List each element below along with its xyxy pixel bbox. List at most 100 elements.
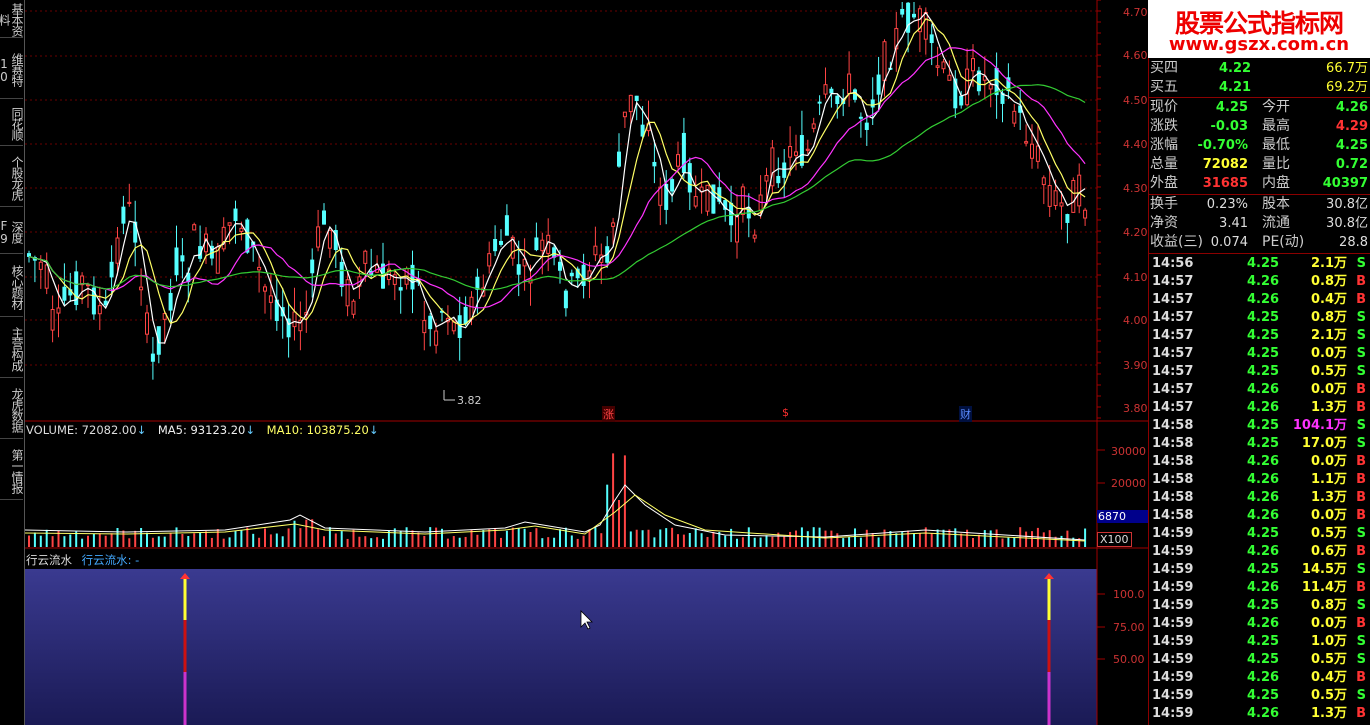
tick-side: S — [1356, 328, 1366, 343]
indicator-name[interactable]: 行云流水 — [26, 553, 72, 567]
tick-side: S — [1356, 310, 1366, 325]
tick-time: 14:59 — [1152, 562, 1194, 577]
tick-volume: 14.5万 — [1301, 562, 1347, 577]
tick-row: 14:59 4.26 0.0万 B — [1149, 615, 1369, 633]
tick-side: B — [1356, 274, 1366, 289]
tick-volume: 0.8万 — [1310, 274, 1347, 289]
stat-label: 换手 — [1150, 196, 1178, 212]
candlestick-body — [516, 264, 521, 275]
candlestick-body — [764, 174, 769, 182]
tab-weisaite[interactable]: 维赛特10 — [0, 39, 23, 99]
tick-volume: 0.0万 — [1310, 346, 1347, 361]
tick-volume: 104.1万 — [1292, 418, 1347, 433]
tab-core-theme[interactable]: 核心题材 — [0, 255, 23, 317]
tick-volume: 0.0万 — [1310, 616, 1347, 631]
tick-price: 4.25 — [1247, 364, 1280, 379]
tick-side: B — [1356, 670, 1366, 685]
tick-volume: 1.0万 — [1310, 634, 1347, 649]
event-marker-limit-up[interactable]: 涨 — [602, 406, 615, 422]
tick-side: S — [1356, 436, 1366, 451]
candlestick-body — [1059, 202, 1064, 207]
tick-price: 4.25 — [1247, 562, 1280, 577]
candlestick-body — [788, 146, 793, 158]
low-price-marker: 3.82 — [457, 394, 482, 407]
tick-row: 14:59 4.26 0.4万 B — [1149, 669, 1369, 687]
candlestick-body — [628, 94, 633, 113]
candlestick-body — [56, 307, 61, 314]
candlestick-body — [38, 261, 43, 270]
tick-price: 4.26 — [1247, 382, 1280, 397]
tick-price: 4.26 — [1247, 400, 1280, 415]
candlestick-body — [864, 122, 869, 130]
candlestick-body — [994, 67, 999, 96]
stat-value: 4.25 — [1335, 138, 1368, 153]
volume-axis-label: 20000 — [1111, 477, 1146, 490]
tick-volume: 0.4万 — [1310, 670, 1347, 685]
candlestick-body — [687, 163, 692, 193]
tick-side: S — [1356, 346, 1366, 361]
stat-value: 28.8 — [1339, 235, 1368, 250]
candlestick-body — [475, 276, 480, 290]
tick-volume: 0.6万 — [1310, 544, 1347, 559]
candlestick-body — [227, 222, 232, 226]
tab-first-intel[interactable]: 第一情报 — [0, 440, 23, 500]
bid-price: 4.21 — [1219, 80, 1252, 95]
candlestick-body — [634, 95, 639, 101]
candlestick-body — [463, 306, 468, 325]
price-axis-label: 3.90 — [1123, 359, 1148, 372]
tick-time: 14:56 — [1152, 256, 1194, 271]
indicator-value: 行云流水: - — [81, 553, 140, 567]
chart-area[interactable]: 4.70 4.60 4.50 4.40 4.30 4.20 4.10 4.00 … — [25, 0, 1148, 725]
candlestick-body — [150, 353, 155, 362]
tab-basic-info[interactable]: 基本资料 — [0, 0, 23, 38]
event-marker-dividend[interactable]: $ — [782, 406, 789, 419]
quote-stat-row: 现价 4.25 今开 4.26 — [1149, 98, 1369, 117]
tick-side: S — [1356, 598, 1366, 613]
bid-row: 买四 4.22 66.7万 — [1149, 59, 1369, 78]
candlestick-body — [988, 84, 993, 90]
candlestick-body — [504, 215, 509, 236]
stat-label: 内盘 — [1262, 175, 1290, 191]
candlestick-body — [652, 161, 657, 167]
candlestick-body — [233, 208, 238, 222]
stat-label: 股本 — [1262, 196, 1290, 212]
candlestick-body — [794, 151, 798, 156]
candlestick-body — [563, 290, 568, 309]
quote-stat-row: 涨跌 -0.03 最高 4.29 — [1149, 117, 1369, 136]
tab-business-composition[interactable]: 主营构成 — [0, 318, 23, 378]
tab-dragon-tiger-data[interactable]: 龙虎数据 — [0, 379, 23, 439]
tab-dragon-tiger[interactable]: 个股龙虎 — [0, 147, 23, 207]
candlestick-body — [870, 99, 875, 108]
tick-row: 14:57 4.26 1.3万 B — [1149, 399, 1369, 417]
tick-time: 14:59 — [1152, 544, 1194, 559]
tab-tonghuashun[interactable]: 同花顺 — [0, 100, 23, 146]
tab-depth-f9[interactable]: 深度F9 — [0, 208, 23, 254]
tick-side: S — [1356, 526, 1366, 541]
volume-ma10: MA10: 103875.20 — [266, 423, 369, 437]
tick-time: 14:57 — [1152, 364, 1194, 379]
site-watermark-logo: 股票公式指标网 www.gszx.com.cn — [1148, 0, 1370, 58]
candlestick-body — [882, 41, 887, 82]
candlestick-body — [174, 247, 179, 276]
candlestick-chart-canvas[interactable] — [25, 0, 1148, 725]
candlestick-body — [805, 148, 810, 151]
candlestick-body — [552, 247, 557, 258]
candlestick-body — [622, 111, 627, 118]
tick-volume: 0.5万 — [1310, 652, 1347, 667]
candlestick-body — [611, 222, 616, 227]
stat-value: 0.72 — [1335, 157, 1368, 172]
candlestick-body — [534, 237, 539, 251]
candlestick-body — [345, 279, 350, 307]
candlestick-body — [316, 226, 321, 248]
tick-price: 4.25 — [1247, 634, 1280, 649]
tick-volume: 0.0万 — [1310, 454, 1347, 469]
candlestick-body — [239, 227, 244, 232]
candlestick-body — [398, 287, 403, 291]
stat-value: 0.074 — [1210, 235, 1248, 250]
tick-volume: 1.1万 — [1310, 472, 1347, 487]
event-marker-finance[interactable]: 财 — [959, 406, 972, 422]
candlestick-body — [569, 272, 574, 277]
bid-volume: 69.2万 — [1326, 80, 1368, 95]
bid-label: 买四 — [1150, 60, 1178, 76]
candlestick-body — [835, 95, 840, 105]
